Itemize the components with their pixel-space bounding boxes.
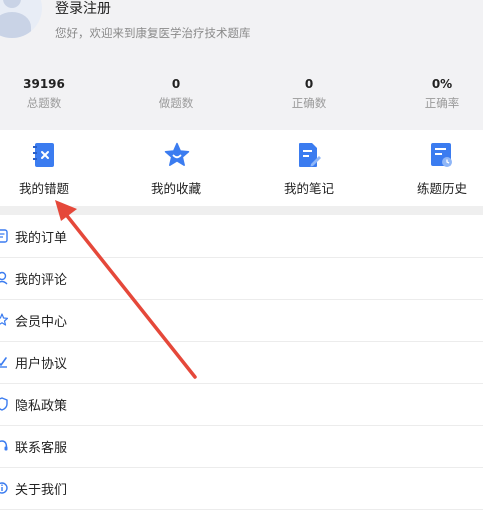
welcome-text: 您好，欢迎来到康复医学治疗技术题库 [55,26,251,40]
error-book-icon [33,143,54,167]
stat-total-questions: 39196 总题数 [23,77,65,110]
menu-item-comments[interactable]: 我的评论 [0,257,483,300]
menu-item-privacy-policy[interactable]: 隐私政策 [0,383,483,426]
stat-correct-count: 0 正确数 [291,77,327,110]
service-icon [0,440,8,451]
menu-item-about-us[interactable]: 关于我们 [0,467,483,510]
avatar[interactable] [0,0,42,38]
note-icon [299,143,321,167]
star-icon [164,142,190,166]
about-icon [0,482,8,494]
stat-done-questions: 0 做题数 [158,77,194,110]
agreement-icon [0,357,7,368]
stats-bar: 39196 总题数 0 做题数 0 正确数 0% 正确率 [0,76,483,116]
section-divider [0,206,483,215]
feature-grid: 我的错题 我的收藏 我的笔记 练题历史 [0,130,483,206]
menu-item-member-center[interactable]: 会员中心 [0,299,483,342]
feature-favorites[interactable]: 我的收藏 [126,130,226,206]
menu-item-orders[interactable]: 我的订单 [0,215,483,258]
stat-correct-rate: 0% 正确率 [424,77,460,110]
order-icon [0,229,8,243]
history-icon [431,143,452,167]
member-icon [0,313,8,326]
menu-item-user-agreement[interactable]: 用户协议 [0,341,483,384]
comment-icon [0,271,8,285]
privacy-icon [0,397,8,411]
menu-item-customer-service[interactable]: 联系客服 [0,425,483,468]
login-register-link[interactable]: 登录注册 [55,0,111,18]
feature-practice-history[interactable]: 练题历史 [392,130,483,206]
feature-notes[interactable]: 我的笔记 [259,130,359,206]
feature-wrong-questions[interactable]: 我的错题 [0,130,94,206]
profile-header: 登录注册 您好，欢迎来到康复医学治疗技术题库 39196 总题数 0 做题数 0… [0,0,483,130]
